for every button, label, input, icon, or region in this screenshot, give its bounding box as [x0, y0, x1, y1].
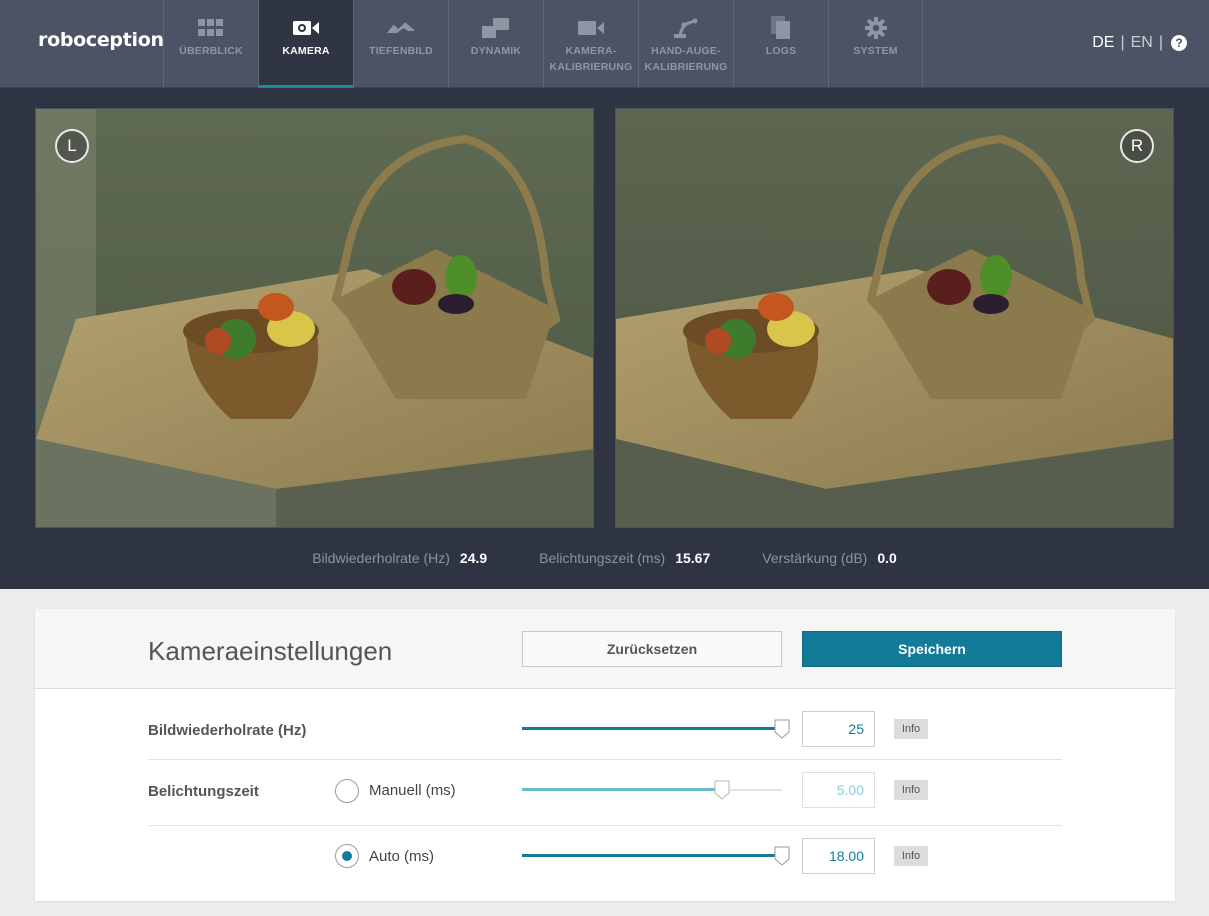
camera-viewer: L R Bildwiederholrate (Hz) 24.9 Belichtu…	[0, 88, 1209, 589]
slider-fill	[522, 854, 782, 857]
lang-de-link[interactable]: DE	[1092, 34, 1114, 52]
brand-logo[interactable]: roboception	[38, 29, 164, 51]
gear-icon	[862, 17, 890, 39]
nav-tab-logs[interactable]: LOGS	[733, 0, 828, 88]
lang-en-link[interactable]: EN	[1131, 34, 1153, 52]
nav-tab-label: HAND-AUGE- KALIBRIERUNG	[644, 45, 728, 73]
stat-framerate: Bildwiederholrate (Hz) 24.9	[312, 550, 487, 566]
lang-separator: |	[1158, 34, 1163, 51]
stat-value: 15.67	[675, 550, 711, 566]
exposure-manual-label[interactable]: Manuell (ms)	[369, 782, 456, 799]
slider-fill	[522, 727, 782, 730]
nav-tab-dynamics[interactable]: DYNAMIK	[448, 0, 543, 88]
nav-tab-system[interactable]: SYSTEM	[828, 0, 923, 88]
nav-tab-label: SYSTEM	[853, 45, 898, 57]
slider-thumb[interactable]	[774, 846, 790, 866]
nav-tab-label: KAMERA	[282, 45, 330, 57]
left-camera-badge: L	[55, 129, 89, 163]
fps-info-button[interactable]: Info	[894, 719, 928, 739]
stat-label: Bildwiederholrate (Hz)	[312, 550, 450, 566]
slider-thumb[interactable]	[714, 780, 730, 800]
nav-tab-overview[interactable]: ÜBERBLICK	[163, 0, 258, 88]
right-camera-scene	[616, 109, 1173, 527]
stat-value: 24.9	[459, 550, 488, 566]
nav-tab-label: KAMERA- KALIBRIERUNG	[549, 45, 633, 73]
fps-slider[interactable]	[522, 719, 790, 739]
save-button[interactable]: Speichern	[802, 631, 1062, 667]
left-camera-image: L	[35, 108, 594, 528]
nav-tab-hand-eye-calibration[interactable]: HAND-AUGE- KALIBRIERUNG	[638, 0, 733, 88]
stat-label: Verstärkung (dB)	[762, 550, 868, 566]
document-icon	[767, 16, 795, 39]
lang-separator: |	[1120, 34, 1125, 51]
exposure-auto-label[interactable]: Auto (ms)	[369, 848, 434, 865]
nav-tab-label: DYNAMIK	[470, 45, 522, 57]
reset-button[interactable]: Zurücksetzen	[522, 631, 782, 667]
nav-tab-depth[interactable]: TIEFENBILD	[353, 0, 448, 88]
calibration-camera-icon	[577, 17, 605, 39]
exposure-auto-radio[interactable]	[335, 844, 359, 868]
fps-input[interactable]: 25	[802, 711, 875, 747]
exposure-manual-row: Belichtungszeit Manuell (ms) 5.00 Info	[148, 760, 1062, 826]
stat-gain: Verstärkung (dB) 0.0	[762, 550, 897, 566]
camera-stats: Bildwiederholrate (Hz) 24.9 Belichtungsze…	[0, 550, 1209, 566]
fps-row: Bildwiederholrate (Hz) 25 Info	[148, 689, 1062, 760]
exposure-auto-slider[interactable]	[522, 846, 790, 866]
panel-header: Kameraeinstellungen Zurücksetzen Speiche…	[35, 609, 1175, 689]
help-icon[interactable]: ?	[1171, 35, 1187, 51]
exposure-auto-row: Auto (ms) 18.00 Info	[148, 826, 1062, 892]
robot-arm-icon	[672, 17, 700, 39]
stat-exposure: Belichtungszeit (ms) 15.67	[539, 550, 710, 566]
right-camera-badge: R	[1120, 129, 1154, 163]
panel-title: Kameraeinstellungen	[148, 636, 393, 666]
language-switcher: DE | EN | ?	[1092, 34, 1187, 52]
top-navigation-bar: roboception ÜBERBLICK KAMERA TIEFENBILD …	[0, 0, 1209, 88]
nav-tab-camera-calibration[interactable]: KAMERA- KALIBRIERUNG	[543, 0, 638, 88]
camera-settings-panel: Kameraeinstellungen Zurücksetzen Speiche…	[35, 609, 1175, 901]
depth-icon	[387, 17, 415, 39]
stat-value: 0.0	[877, 550, 897, 566]
exposure-manual-slider[interactable]	[522, 780, 782, 800]
nav-tab-camera[interactable]: KAMERA	[258, 0, 353, 88]
right-camera-image: R	[615, 108, 1174, 528]
exposure-auto-input[interactable]: 18.00	[802, 838, 875, 874]
left-camera-scene	[36, 109, 593, 527]
slider-thumb[interactable]	[774, 719, 790, 739]
nav-tab-label: TIEFENBILD	[369, 45, 433, 57]
stat-label: Belichtungszeit (ms)	[539, 550, 666, 566]
exposure-label: Belichtungszeit	[148, 783, 259, 800]
exposure-manual-info-button[interactable]: Info	[894, 780, 928, 800]
main-nav: ÜBERBLICK KAMERA TIEFENBILD DYNAMIK KAME…	[163, 0, 923, 88]
fps-label: Bildwiederholrate (Hz)	[148, 722, 307, 739]
grid-icon	[197, 17, 225, 39]
exposure-manual-input[interactable]: 5.00	[802, 772, 875, 808]
slider-fill	[522, 788, 723, 791]
nav-tab-label: LOGS	[765, 45, 797, 57]
nav-tab-label: ÜBERBLICK	[179, 45, 243, 57]
camera-icon	[292, 17, 320, 39]
exposure-auto-info-button[interactable]: Info	[894, 846, 928, 866]
dynamics-icon	[482, 17, 510, 39]
exposure-manual-radio[interactable]	[335, 779, 359, 803]
